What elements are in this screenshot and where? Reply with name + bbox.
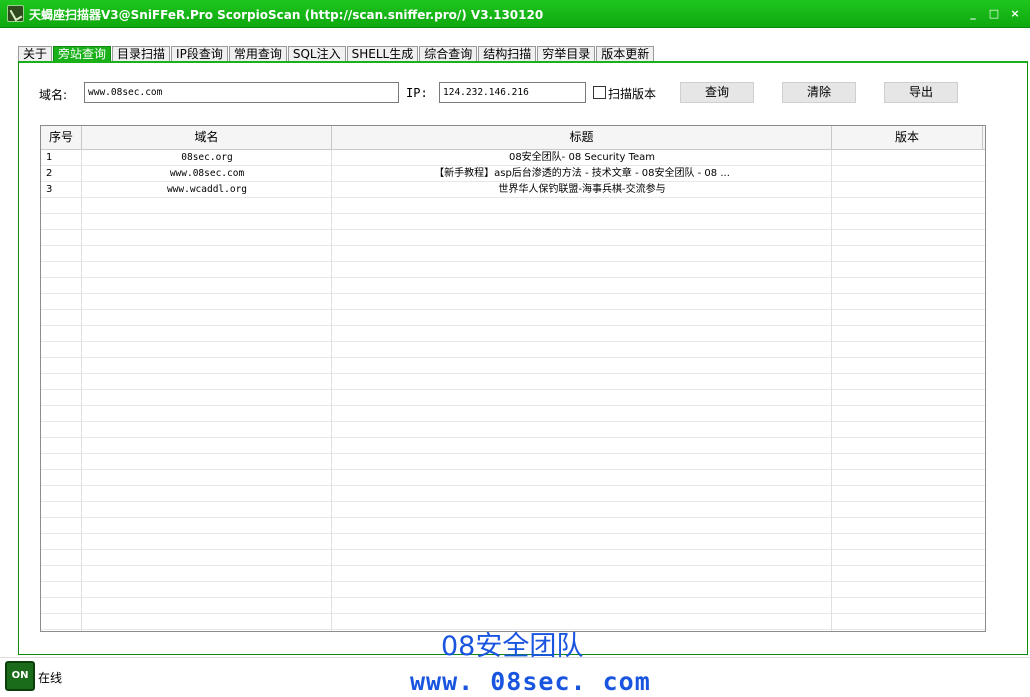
tab-sql-injection[interactable]: SQL注入: [287, 46, 346, 62]
online-status-icon: ON: [5, 661, 35, 691]
close-button[interactable]: ×: [1008, 7, 1022, 21]
cell-title: 世界华人保钓联盟-海事兵棋-交流参与: [498, 184, 666, 195]
domain-input[interactable]: www.08sec.com: [84, 82, 399, 103]
domain-label: 域名:: [39, 88, 68, 102]
title-bar[interactable]: 天蝎座扫描器V3@SniFFeR.Pro ScorpioScan (http:/…: [0, 0, 1030, 28]
tab-directory-scan[interactable]: 目录扫描: [112, 46, 171, 62]
column-divider: [81, 150, 82, 631]
cell-version: [832, 182, 983, 198]
table-row[interactable]: 1 08sec.org 08安全团队- 08 Security Team: [41, 150, 985, 166]
cell-domain: www.08sec.com: [169, 168, 245, 179]
scan-version-checkbox[interactable]: [593, 86, 606, 99]
column-header-version[interactable]: 版本: [832, 126, 983, 150]
cell-domain: 08sec.org: [181, 152, 233, 163]
maximize-button[interactable]: □: [987, 7, 1001, 21]
column-header-domain[interactable]: 域名: [82, 126, 332, 150]
table-row[interactable]: 2 www.08sec.com 【新手教程】asp后台渗透的方法 - 技术文章 …: [41, 166, 985, 182]
export-button[interactable]: 导出: [884, 82, 958, 103]
online-status-text: 在线: [38, 671, 63, 685]
column-header-index[interactable]: 序号: [41, 126, 82, 150]
column-header-title[interactable]: 标题: [332, 126, 832, 150]
tab-side-site-query[interactable]: 旁站查询: [53, 46, 112, 62]
cell-title: 08安全团队- 08 Security Team: [508, 152, 656, 163]
results-table[interactable]: 序号 域名 标题 版本 1 08sec.org 08安全团队- 08 Secur…: [40, 125, 986, 632]
cell-index: 2: [46, 168, 53, 179]
clear-button[interactable]: 清除: [782, 82, 856, 103]
column-divider: [831, 150, 832, 631]
cell-version: [832, 150, 983, 166]
tab-common-query[interactable]: 常用查询: [228, 46, 287, 62]
ip-input[interactable]: 124.232.146.216: [439, 82, 586, 103]
table-row[interactable]: 3 www.wcaddl.org 世界华人保钓联盟-海事兵棋-交流参与: [41, 182, 985, 198]
ip-label: IP:: [406, 86, 428, 100]
cell-index: 3: [46, 184, 53, 195]
cell-title: 【新手教程】asp后台渗透的方法 - 技术文章 - 08安全团队 - 08 ..…: [434, 168, 730, 179]
watermark-url: www. 08sec. com: [410, 667, 651, 696]
tab-shell-generate[interactable]: SHELL生成: [346, 46, 419, 62]
tab-comprehensive-query[interactable]: 综合查询: [419, 46, 478, 62]
query-button[interactable]: 查询: [680, 82, 754, 103]
tab-version-update[interactable]: 版本更新: [596, 46, 655, 62]
tab-about[interactable]: 关于: [18, 46, 53, 62]
tab-brute-directory[interactable]: 穷举目录: [537, 46, 596, 62]
table-header: 序号 域名 标题 版本: [41, 126, 985, 150]
tab-strip: 关于 旁站查询 目录扫描 IP段查询 常用查询 SQL注入 SHELL生成 综合…: [18, 46, 655, 62]
minimize-button[interactable]: _: [966, 7, 980, 21]
cell-index: 1: [46, 152, 53, 163]
column-divider: [331, 150, 332, 631]
cell-version: [832, 166, 983, 182]
tab-structure-scan[interactable]: 结构扫描: [478, 46, 537, 62]
app-scorpion-icon: [7, 5, 24, 22]
watermark-team-name: 08安全团队: [441, 631, 584, 662]
cell-domain: www.wcaddl.org: [166, 184, 248, 195]
scan-version-label[interactable]: 扫描版本: [608, 85, 656, 102]
window-title: 天蝎座扫描器V3@SniFFeR.Pro ScorpioScan (http:/…: [29, 8, 544, 22]
tab-ip-range-query[interactable]: IP段查询: [171, 46, 228, 62]
